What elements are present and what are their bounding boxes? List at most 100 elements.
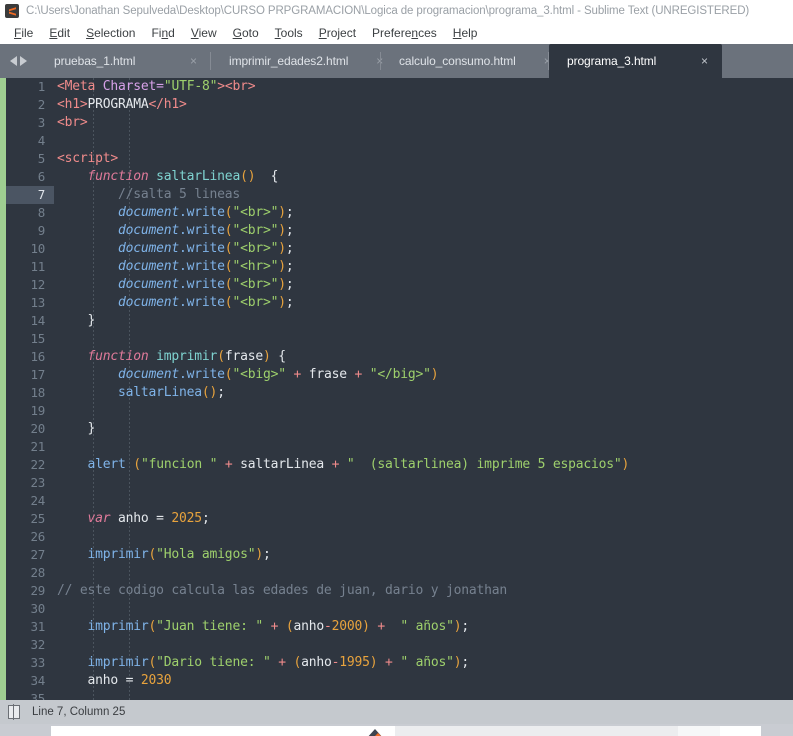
- code-line[interactable]: 8 document.write("<br>");: [6, 204, 793, 222]
- line-number: 4: [37, 133, 46, 148]
- menu-item-edit[interactable]: Edit: [41, 26, 78, 40]
- menu-bar: File Edit Selection Find View Goto Tools Projec…: [0, 22, 793, 44]
- menu-item-help[interactable]: Help: [445, 26, 486, 40]
- code-line[interactable]: 20 }: [6, 420, 793, 438]
- code-line[interactable]: 18 saltarLinea();: [6, 384, 793, 402]
- menu-accelerator: S: [86, 26, 95, 40]
- line-number: 12: [30, 277, 46, 292]
- tab-close-icon[interactable]: ×: [516, 54, 551, 68]
- line-number: 6: [37, 169, 46, 184]
- code-line[interactable]: 22 alert ("funcion " + saltarLinea + " (…: [6, 456, 793, 474]
- menu-accelerator: V: [190, 26, 199, 40]
- code-line[interactable]: 19: [6, 402, 793, 420]
- code-line[interactable]: 1 <Meta Charset="UTF-8"><br>: [6, 78, 793, 96]
- triangle-left-icon[interactable]: [10, 56, 17, 66]
- menu-accelerator: P: [318, 26, 327, 40]
- line-number: 10: [30, 241, 46, 256]
- code-line[interactable]: 10 document.write("<br>");: [6, 240, 793, 258]
- menu-item-preferences[interactable]: Preferences: [364, 26, 445, 40]
- code-line[interactable]: 17 document.write("<big>" + frase + "</b…: [6, 366, 793, 384]
- code-line[interactable]: 16 function imprimir(frase) {: [6, 348, 793, 366]
- menu-item-selection[interactable]: Selection: [78, 26, 143, 40]
- code-line[interactable]: 13 document.write("<br>");: [6, 294, 793, 312]
- line-number: 11: [30, 259, 46, 274]
- menu-item-goto[interactable]: Goto: [225, 26, 267, 40]
- code-line[interactable]: 11 document.write("<hr>");: [6, 258, 793, 276]
- line-number: 16: [30, 349, 46, 364]
- line-number: 26: [30, 529, 46, 544]
- code-line[interactable]: 23: [6, 474, 793, 492]
- code-text: document.write("<br>");: [118, 241, 294, 256]
- menu-accelerator: H: [452, 26, 462, 40]
- tab-close-icon[interactable]: ×: [162, 54, 197, 68]
- code-text: imprimir("Hola amigos");: [87, 547, 271, 562]
- line-number: 8: [37, 205, 46, 220]
- code-editor[interactable]: 1 <Meta Charset="UTF-8"><br> 2 <h1>PROGRAMA…: [0, 78, 793, 700]
- tab-nav-arrows[interactable]: [0, 44, 36, 78]
- code-line[interactable]: 27 imprimir("Hola amigos");: [6, 546, 793, 564]
- tab-close-icon[interactable]: ×: [673, 54, 708, 68]
- menu-item-file[interactable]: File: [6, 26, 41, 40]
- triangle-right-icon[interactable]: [20, 56, 27, 66]
- line-number: 17: [30, 367, 46, 382]
- line-number: 1: [37, 79, 46, 94]
- line-number: 29: [30, 583, 46, 598]
- tab-calculo_consumo-html[interactable]: calculo_consumo.html×: [381, 44, 551, 78]
- menu-item-find[interactable]: Find: [143, 26, 182, 40]
- menu-item-tools[interactable]: Tools: [267, 26, 311, 40]
- code-line[interactable]: 4: [6, 132, 793, 150]
- code-text: document.write("<br>");: [118, 277, 294, 292]
- code-line[interactable]: 26: [6, 528, 793, 546]
- taskbar-shade-strip-2: [678, 726, 720, 736]
- menu-item-project[interactable]: Project: [311, 26, 364, 40]
- sublime-text-logo-icon: [5, 4, 19, 18]
- code-text: anho = 2030: [87, 673, 172, 688]
- tab-close-icon[interactable]: ×: [348, 54, 383, 68]
- code-line[interactable]: 2 <h1>PROGRAMA</h1>: [6, 96, 793, 114]
- line-number: 13: [30, 295, 46, 310]
- menu-item-view[interactable]: View: [183, 26, 225, 40]
- code-line[interactable]: 7 //salta 5 lineas: [6, 186, 793, 204]
- code-line[interactable]: 31 imprimir("Juan tiene: " + (anho-2000)…: [6, 618, 793, 636]
- code-line[interactable]: 33 imprimir("Dario tiene: " + (anho-1995…: [6, 654, 793, 672]
- line-number: 5: [37, 151, 46, 166]
- code-line[interactable]: 15: [6, 330, 793, 348]
- code-line[interactable]: 30: [6, 600, 793, 618]
- code-text: <br>: [57, 115, 88, 130]
- line-number: 7: [6, 186, 54, 204]
- code-line[interactable]: 9 document.write("<br>");: [6, 222, 793, 240]
- code-line[interactable]: 32: [6, 636, 793, 654]
- tab-imprimir_edades2-html[interactable]: imprimir_edades2.html×: [211, 44, 383, 78]
- code-line[interactable]: 6 function saltarLinea() {: [6, 168, 793, 186]
- code-line[interactable]: 5 <script>: [6, 150, 793, 168]
- code-line[interactable]: 21: [6, 438, 793, 456]
- taskbar-app-icon[interactable]: [366, 726, 392, 736]
- tab-pruebas_1-html[interactable]: pruebas_1.html ×: [36, 44, 211, 78]
- code-line[interactable]: 28: [6, 564, 793, 582]
- tab-programa_3-html[interactable]: programa_3.html ×: [549, 44, 722, 78]
- code-line[interactable]: 3 <br>: [6, 114, 793, 132]
- code-lines-container[interactable]: 1 <Meta Charset="UTF-8"><br> 2 <h1>PROGRAMA…: [6, 78, 793, 700]
- cursor-position-label: Line 7, Column 25: [32, 706, 126, 718]
- code-line[interactable]: 25 var anho = 2025;: [6, 510, 793, 528]
- line-number: 2: [37, 97, 46, 112]
- window-title: C:\Users\Jonathan Sepulveda\Desktop\CURS…: [26, 5, 750, 17]
- code-line[interactable]: 29 // este codigo calcula las edades de j…: [6, 582, 793, 600]
- sublime-text-window: C:\Users\Jonathan Sepulveda\Desktop\CURS…: [0, 0, 793, 736]
- code-line[interactable]: 34 anho = 2030: [6, 672, 793, 690]
- menu-accelerator: E: [49, 26, 58, 40]
- code-line[interactable]: 12 document.write("<br>");: [6, 276, 793, 294]
- code-line[interactable]: 14 }: [6, 312, 793, 330]
- code-text: document.write("<hr>");: [118, 259, 294, 274]
- document-pane-icon[interactable]: [8, 704, 20, 720]
- tab-label: calculo_consumo.html: [399, 54, 516, 68]
- code-line[interactable]: 35: [6, 690, 793, 700]
- code-line[interactable]: 24: [6, 492, 793, 510]
